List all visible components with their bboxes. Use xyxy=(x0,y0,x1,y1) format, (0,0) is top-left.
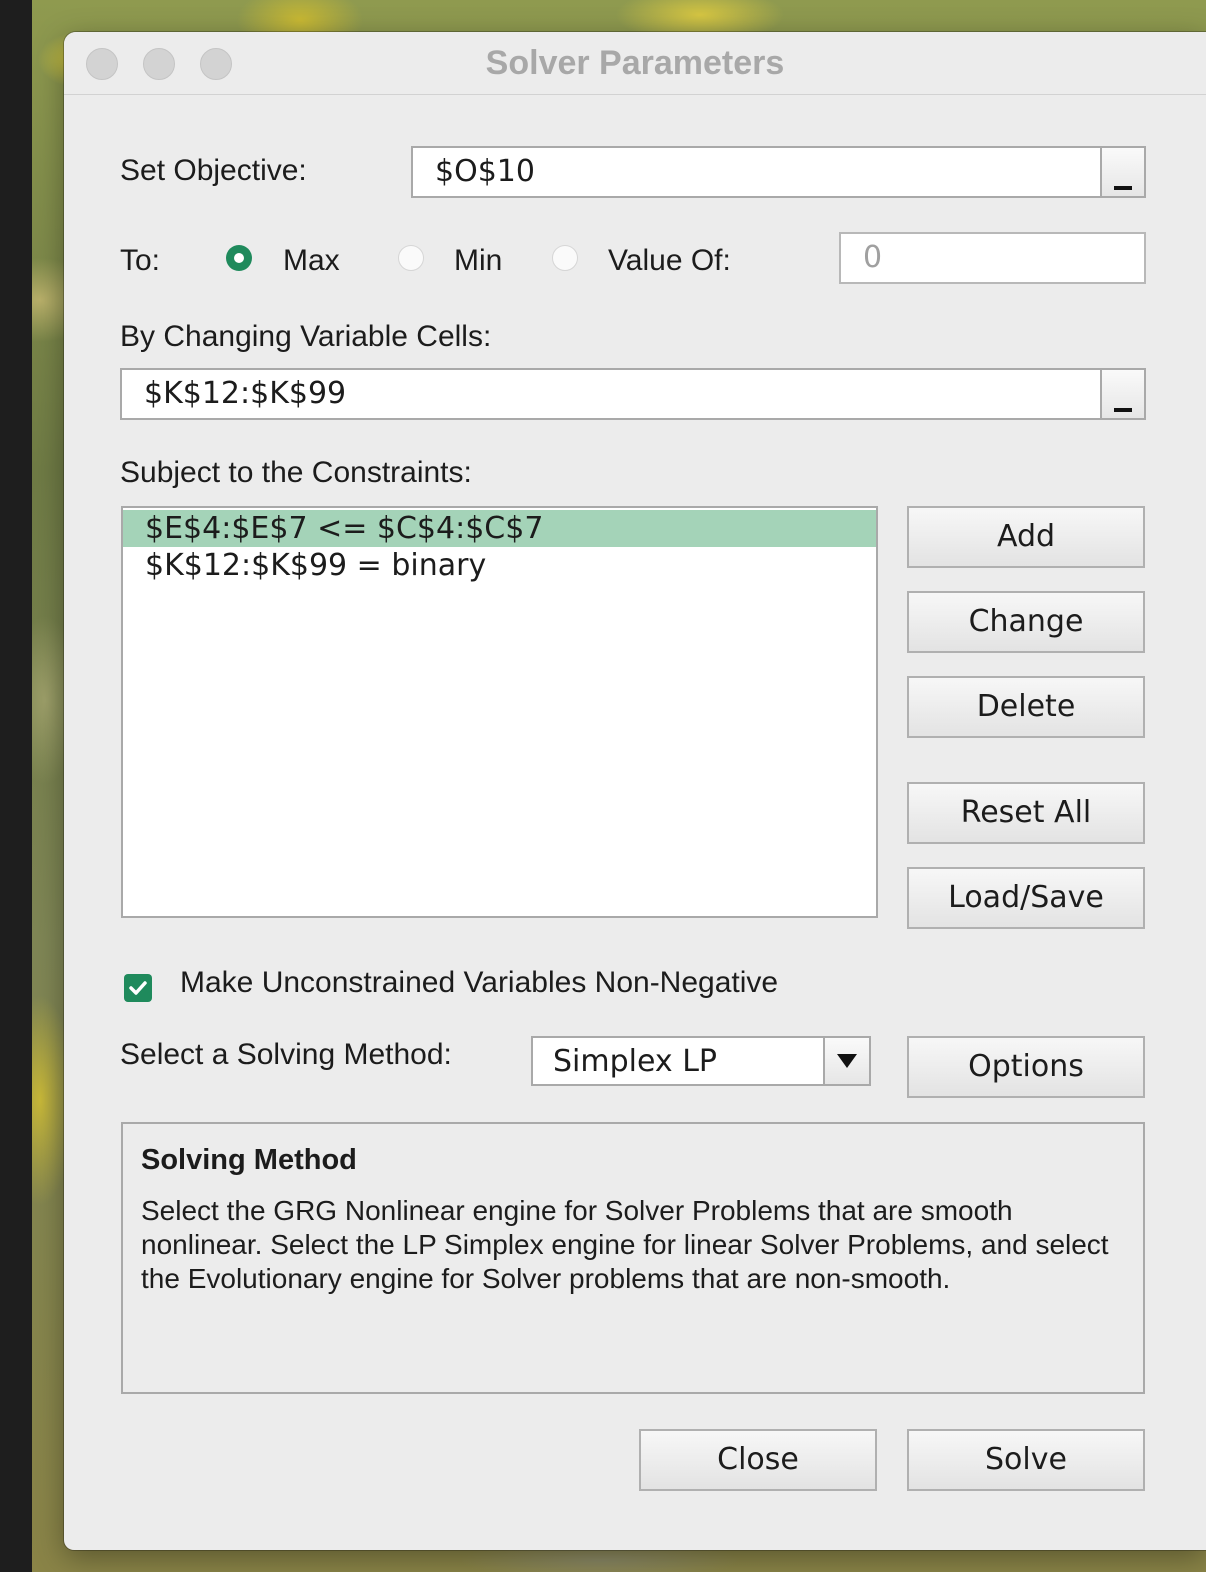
solving-method-label: Select a Solving Method: xyxy=(120,1038,452,1071)
dropdown-arrow-button[interactable] xyxy=(823,1038,869,1084)
variable-cells-value: $K$12:$K$99 xyxy=(144,376,347,411)
radio-max[interactable] xyxy=(226,245,252,271)
collapse-icon xyxy=(1114,408,1132,412)
checkmark-icon xyxy=(129,981,147,995)
collapse-icon xyxy=(1114,186,1132,190)
constraint-item[interactable]: $K$12:$K$99 = binary xyxy=(123,547,876,584)
radio-value-of[interactable] xyxy=(552,245,578,271)
title-bar: Solver Parameters xyxy=(64,32,1206,95)
radio-min-label: Min xyxy=(454,244,503,277)
set-objective-field[interactable]: $O$10 xyxy=(411,146,1146,198)
set-objective-label: Set Objective: xyxy=(120,154,307,187)
radio-max-label: Max xyxy=(283,244,340,277)
options-button[interactable]: Options xyxy=(907,1036,1145,1098)
collapse-dialog-button[interactable] xyxy=(1100,148,1144,196)
solving-method-info-box: Solving Method Select the GRG Nonlinear … xyxy=(121,1122,1145,1394)
constraint-item[interactable]: $E$4:$E$7 <= $C$4:$C$7 xyxy=(123,510,876,547)
constraints-list[interactable]: $E$4:$E$7 <= $C$4:$C$7 $K$12:$K$99 = bin… xyxy=(121,506,878,918)
solving-method-info-title: Solving Method xyxy=(141,1144,357,1176)
variable-cells-label: By Changing Variable Cells: xyxy=(120,320,492,353)
solve-button[interactable]: Solve xyxy=(907,1429,1145,1491)
add-button[interactable]: Add xyxy=(907,506,1145,568)
value-of-input[interactable]: 0 xyxy=(839,232,1146,284)
collapse-dialog-button-2[interactable] xyxy=(1100,370,1144,418)
window-title: Solver Parameters xyxy=(485,44,785,82)
change-button[interactable]: Change xyxy=(907,591,1145,653)
to-label: To: xyxy=(120,244,161,277)
value-of-value: 0 xyxy=(863,240,883,275)
close-button[interactable]: Close xyxy=(639,1429,877,1491)
non-negative-label: Make Unconstrained Variables Non-Negativ… xyxy=(180,966,779,999)
solving-method-select[interactable]: Simplex LP xyxy=(531,1036,871,1086)
load-save-button[interactable]: Load/Save xyxy=(907,867,1145,929)
desktop-edge xyxy=(0,0,32,1572)
non-negative-checkbox[interactable] xyxy=(124,974,152,1002)
delete-button[interactable]: Delete xyxy=(907,676,1145,738)
triangle-down-icon xyxy=(837,1054,857,1068)
set-objective-value: $O$10 xyxy=(435,154,535,189)
solver-parameters-window: Solver Parameters Set Objective: $O$10 T… xyxy=(64,32,1206,1550)
solving-method-info-text: Select the GRG Nonlinear engine for Solv… xyxy=(141,1195,1109,1294)
radio-min[interactable] xyxy=(398,245,424,271)
variable-cells-field[interactable]: $K$12:$K$99 xyxy=(120,368,1146,420)
solving-method-value: Simplex LP xyxy=(553,1044,718,1079)
constraints-label: Subject to the Constraints: xyxy=(120,456,472,489)
radio-value-of-label: Value Of: xyxy=(608,244,731,277)
reset-all-button[interactable]: Reset All xyxy=(907,782,1145,844)
